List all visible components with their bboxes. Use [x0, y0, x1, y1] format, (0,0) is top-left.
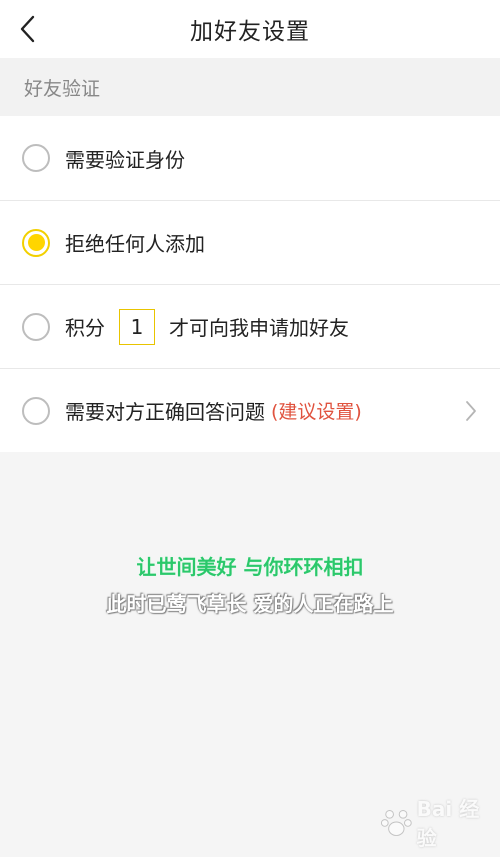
suggested-badge: (建议设置) [271, 401, 362, 423]
option-answer-question[interactable]: 需要对方正确回答问题 (建议设置) [0, 368, 500, 452]
option-require-identity[interactable]: 需要验证身份 [0, 116, 500, 200]
option-label-suffix: 才可向我申请加好友 [169, 316, 349, 340]
chevron-right-icon[interactable] [464, 400, 478, 422]
radio-answer-question[interactable] [22, 396, 50, 425]
radio-require-identity[interactable] [22, 144, 50, 172]
radio-reject-everyone[interactable] [22, 228, 50, 257]
baidu-paw-icon [380, 809, 412, 836]
option-points-required[interactable]: 积分 1 才可向我申请加好友 [0, 284, 500, 368]
radio-selected-dot [27, 234, 45, 251]
option-label: 需要对方正确回答问题 [65, 400, 265, 424]
points-input[interactable]: 1 [119, 308, 155, 345]
video-subtitle-line2: 此时已莺飞草长 爱的人正在路上 [106, 592, 394, 616]
option-reject-everyone[interactable]: 拒绝任何人添加 [0, 200, 500, 284]
watermark: Bai 经验 [380, 797, 496, 850]
app-header: 加好友设置 [0, 0, 500, 58]
watermark-text: Bai 经验 [416, 797, 480, 850]
option-label: 需要验证身份 [65, 147, 185, 172]
verification-options-list: 需要验证身份 拒绝任何人添加 积分 1 才可向我申请加好友 需要对方正确回答问题… [0, 116, 500, 452]
chevron-left-icon [20, 15, 35, 43]
option-label-prefix: 积分 [65, 316, 105, 340]
section-header-friend-verification: 好友验证 [0, 58, 500, 116]
back-button[interactable] [10, 12, 44, 46]
option-label: 拒绝任何人添加 [65, 232, 205, 256]
page-title: 加好友设置 [190, 19, 310, 45]
radio-points-required[interactable] [22, 312, 50, 341]
video-subtitle-line1: 让世间美好 与你环环相扣 [136, 555, 364, 579]
